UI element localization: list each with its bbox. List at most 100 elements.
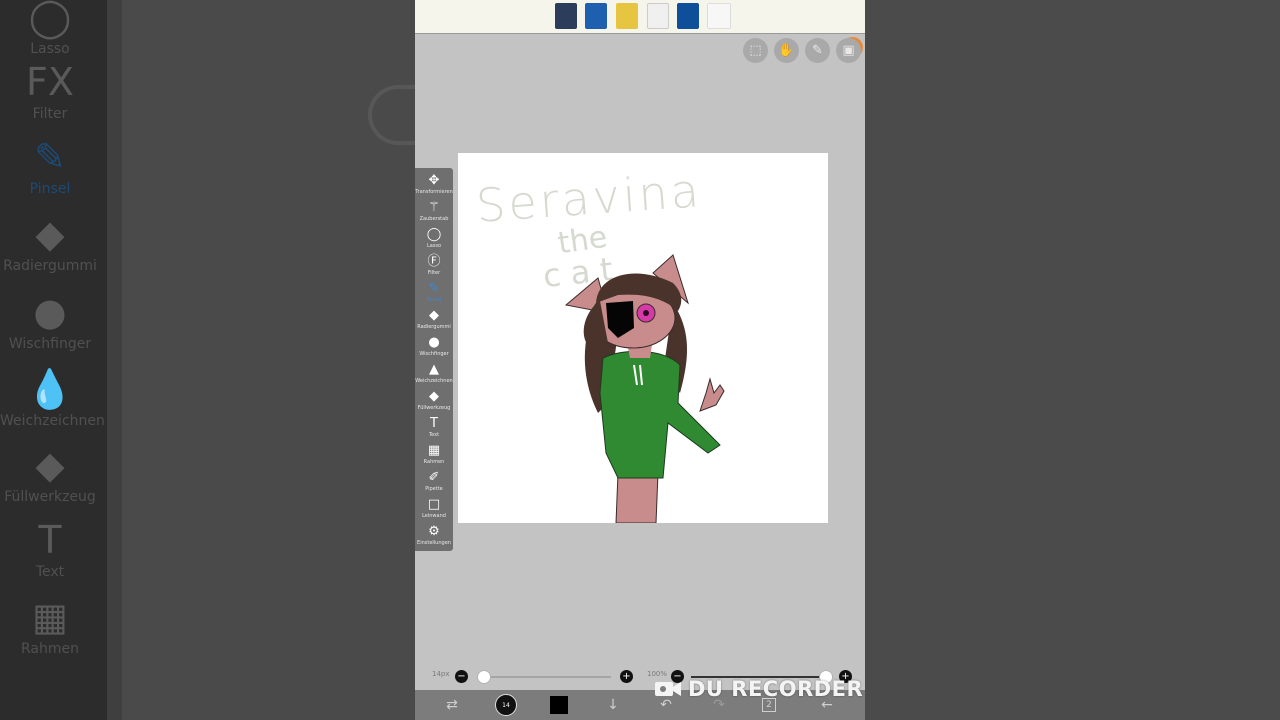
screen-recording-frame: ◯ Lasso FX Filter ✎ Pinsel ◆ Radiergummi ● Wischf… [0,0,1280,720]
tool-brush[interactable]: ✎ Pinsel [415,281,453,308]
fill-icon: ◆ [429,389,439,404]
blurred-tool-smudge: ● Wischfinger [0,290,100,352]
character-legs [615,472,659,523]
download-arrow-icon[interactable]: ↓ [603,696,623,714]
tool-settings[interactable]: ⚙ Einstellungen [415,524,453,551]
smudge-icon: ● [33,290,67,334]
brush-icon: ✎ [34,135,66,179]
tool-label: Pipette [425,486,443,492]
magic-wand-icon: ⚚ [428,200,440,215]
tool-label: Leinwand [422,513,446,519]
blur-icon: ▲ [429,362,439,377]
blurred-tool-label: Text [35,564,65,580]
tool-magic-wand[interactable]: ⚚ Zauberstab [415,200,453,227]
ad-product-2[interactable] [585,3,607,29]
tool-label: Füllwerkzeug [417,405,451,411]
tool-move[interactable]: ✥ Transformieren [415,173,453,200]
recorder-watermark-text: DU RECORDER [688,677,864,701]
character-pupil [643,310,649,316]
blurred-tool-label: Füllwerkzeug [4,489,96,505]
tool-canvas[interactable]: □ Leinwand [415,497,453,524]
character-hand [699,377,725,412]
drawing-canvas[interactable]: Seravina the cat [458,153,828,523]
ad-product-4[interactable] [647,3,669,29]
brush-size-badge: 14 [502,702,510,709]
tool-lasso[interactable]: ◯ Lasso [415,227,453,254]
blurred-tool-brush: ✎ Pinsel [0,135,100,197]
text-icon: T [38,518,62,562]
swap-tool-icon[interactable]: ⇄ [442,696,462,714]
ad-product-5[interactable] [677,3,699,29]
tool-text[interactable]: T Text [415,416,453,443]
character-hoodie [599,350,721,479]
recorder-watermark: DU RECORDER [654,676,863,702]
blurred-background-right [865,0,1280,720]
brush-size-slider-track[interactable] [477,676,611,678]
blurred-tool-label: Wischfinger [8,336,92,352]
blurred-tool-frame: ▦ Rahmen [0,595,100,657]
tool-frame[interactable]: ▦ Rahmen [415,443,453,470]
drawing-app: ⬚ ✋ ✎ ▣ Seravina the cat ✥ Transformiere… [415,0,865,720]
tool-label: Pinsel [426,297,442,303]
blurred-tool-eraser: ◆ Radiergummi [0,212,100,274]
tool-smudge[interactable]: ● Wischfinger [415,335,453,362]
blurred-tool-label: Radiergummi [3,258,97,274]
tool-label: Lasso [426,243,442,249]
move-icon: ✥ [428,173,440,188]
blurred-tool-label: Filter [32,106,68,122]
brush-size-slider-knob[interactable] [477,670,491,684]
layer-image-icon[interactable]: ▣ [836,38,861,63]
fx-icon: FX [26,60,74,104]
tool-eraser[interactable]: ◆ Radiergummi [415,308,453,335]
tool-label: Text [428,432,440,438]
blurred-tool-label: Pinsel [29,181,71,197]
fill-icon: ◆ [35,443,65,487]
blurred-tool-fill: ◆ Füllwerkzeug [0,443,100,505]
ad-product-6[interactable] [707,3,731,29]
ad-banner[interactable] [415,0,865,34]
tool-label: Wischfinger [419,351,449,357]
eraser-icon: ◆ [429,308,439,323]
blurred-tool-lasso: ◯ Lasso [0,0,100,57]
tool-label: Einstellungen [417,540,451,546]
fx-icon: Ⓕ [427,254,441,269]
tool-fill[interactable]: ◆ Füllwerkzeug [415,389,453,416]
blurred-tool-blur: 💧 Weichzeichnen [0,367,105,429]
blurred-tool-fx: FX Filter [0,60,100,122]
blurred-tool-label: Lasso [30,41,70,57]
eraser-icon: ◆ [35,212,65,256]
brush-icon: ✎ [428,281,440,296]
tool-label: Filter [427,270,441,276]
canvas-icon: □ [427,497,441,512]
lasso-icon: ◯ [426,227,442,242]
tool-eyedropper[interactable]: ✐ Pipette [415,470,453,497]
tool-label: Rahmen [423,459,445,465]
pen-icon[interactable]: ✎ [805,38,830,63]
character-drawing [564,254,725,523]
brush-size-minus-button[interactable]: − [455,670,468,683]
brush-preview-button[interactable]: 14 [495,694,517,716]
color-swatch-button[interactable] [550,696,568,714]
ad-product-1[interactable] [555,3,577,29]
eyedropper-icon: ✐ [428,470,440,485]
blurred-tool-label: Weichzeichnen [0,413,105,429]
blurred-tool-label: Rahmen [21,641,79,657]
text-icon: T [430,416,438,431]
blurred-tool-text: T Text [0,518,100,580]
frame-icon: ▦ [427,443,441,458]
top-icon-bar: ⬚ ✋ ✎ ▣ [743,38,861,64]
blur-icon: 💧 [26,367,74,411]
brush-size-plus-button[interactable]: + [620,670,633,683]
lasso-icon: ◯ [28,0,72,39]
tool-palette: ✥ Transformieren ⚚ Zauberstab ◯ Lasso Ⓕ Filter ✎… [415,168,453,551]
tool-blur[interactable]: ▲ Weichzeichnen [415,362,453,389]
tool-label: Zauberstab [419,216,449,222]
smudge-icon: ● [428,335,440,350]
tool-label: Weichzeichnen [415,378,453,384]
hand-icon[interactable]: ✋ [774,38,799,63]
tool-label: Transformieren [415,189,453,195]
selection-icon[interactable]: ⬚ [743,38,768,63]
tool-fx[interactable]: Ⓕ Filter [415,254,453,281]
video-camera-icon [655,682,681,696]
ad-product-3[interactable] [616,3,638,29]
